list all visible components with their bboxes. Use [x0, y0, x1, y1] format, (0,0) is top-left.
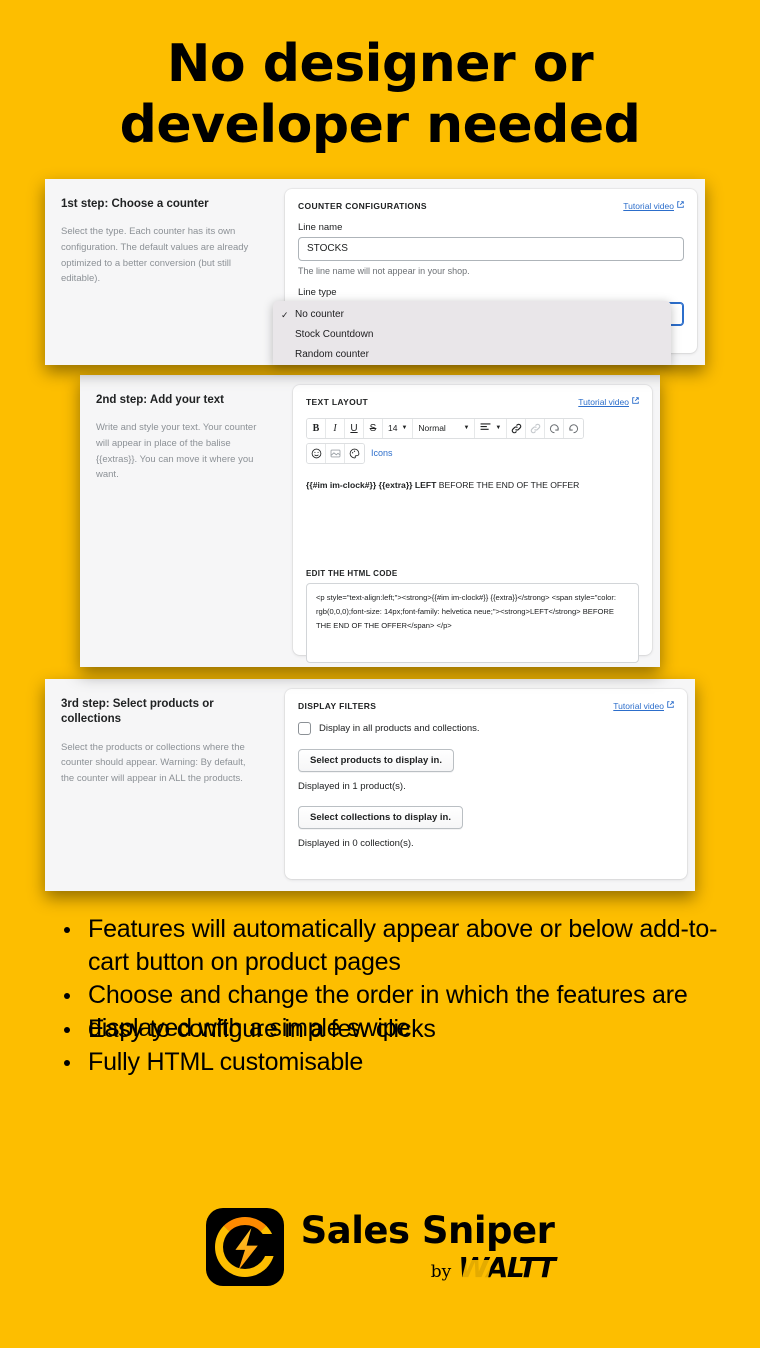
- display-filters-card: DISPLAY FILTERS Tutorial video Display i…: [285, 688, 687, 879]
- step3-tutorial-video-link[interactable]: Tutorial video: [613, 701, 674, 711]
- align-select[interactable]: ▼: [475, 418, 508, 438]
- display-all-label: Display in all products and collections.: [319, 722, 480, 734]
- page-title-line-1: No designer or: [166, 34, 594, 94]
- step1-card-header: COUNTER CONFIGURATIONS Tutorial video: [298, 201, 684, 211]
- line-type-label: Line type: [298, 286, 337, 298]
- list-item: Features will automatically appear above…: [62, 913, 724, 980]
- underline-button[interactable]: U: [345, 418, 364, 438]
- emoji-icon-button[interactable]: [307, 443, 326, 463]
- editor-preview-prefix: {{#im im-clock#}} {{extra}}: [306, 479, 415, 490]
- page-title: No designer or developer needed: [0, 0, 760, 157]
- line-name-label: Line name: [298, 221, 343, 233]
- step3-sidebar: 3rd step: Select products or collections…: [45, 678, 277, 891]
- step2-card-header: TEXT LAYOUT Tutorial video: [306, 397, 639, 407]
- font-size-value: 14: [388, 423, 398, 434]
- editor-toolbar-row-1: B I U S 14 ▼ Normal ▼ ▼: [306, 417, 639, 439]
- redo-button[interactable]: [564, 418, 584, 438]
- step3-description: Select the products or collections where…: [61, 741, 246, 785]
- step2-tutorial-video-link[interactable]: Tutorial video: [578, 397, 639, 407]
- step1-tutorial-video-label: Tutorial video: [623, 200, 674, 211]
- html-code-textarea[interactable]: <p style="text-align:left;"><strong>{{#i…: [306, 582, 639, 663]
- insert-link-button[interactable]: [507, 418, 527, 438]
- logo-ring-gap-shape: [250, 1234, 284, 1256]
- collections-displayed-status: Displayed in 0 collection(s).: [298, 837, 414, 849]
- html-code-label: EDIT THE HTML CODE: [306, 568, 398, 578]
- align-left-icon: [480, 423, 491, 434]
- display-all-checkbox[interactable]: [298, 721, 311, 735]
- dropdown-option-2-label: Random counter: [295, 348, 369, 360]
- select-products-button[interactable]: Select products to display in.: [298, 748, 454, 772]
- dropdown-option-0-label: No counter: [295, 308, 344, 320]
- step3-panel: 3rd step: Select products or collections…: [45, 678, 695, 891]
- line-type-dropdown-menu[interactable]: ✓ No counter Stock Countdown Random coun…: [273, 300, 671, 365]
- chevron-down-icon: ▼: [463, 425, 470, 432]
- screenshot-stack: 1st step: Choose a counter Select the ty…: [0, 178, 760, 899]
- feature-bullet-list: Features will automatically appear above…: [0, 913, 760, 1080]
- logo-company-name: WALTT: [458, 1251, 556, 1284]
- display-filters-heading: DISPLAY FILTERS: [298, 700, 377, 711]
- page-title-line-2: developer needed: [119, 95, 641, 156]
- step1-sidebar: 1st step: Choose a counter Select the ty…: [45, 178, 277, 365]
- step3-tutorial-video-label: Tutorial video: [613, 700, 664, 711]
- step2-title: 2nd step: Add your text: [96, 393, 224, 406]
- counter-configurations-heading: COUNTER CONFIGURATIONS: [298, 200, 427, 211]
- logo-wordmark: Sales Sniper by WALTT: [300, 1209, 556, 1284]
- display-all-row[interactable]: Display in all products and collections.: [298, 721, 674, 735]
- step1-description: Select the type. Each counter has its ow…: [61, 226, 249, 285]
- logo-byline: by WALTT: [301, 1251, 556, 1284]
- products-displayed-status: Displayed in 1 product(s).: [298, 780, 406, 792]
- strikethrough-button[interactable]: S: [364, 418, 383, 438]
- paragraph-style-select[interactable]: Normal ▼: [413, 418, 476, 438]
- external-link-icon: [632, 397, 639, 406]
- insert-image-button[interactable]: [326, 443, 345, 463]
- step1-tutorial-video-link[interactable]: Tutorial video: [623, 201, 684, 211]
- bold-button[interactable]: B: [307, 418, 326, 438]
- dropdown-option-0[interactable]: ✓ No counter: [273, 305, 671, 325]
- line-name-help-text: The line name will not appear in your sh…: [298, 265, 470, 276]
- dropdown-option-1-label: Stock Countdown: [295, 328, 374, 340]
- text-layout-heading: TEXT LAYOUT: [306, 396, 369, 407]
- remove-link-button[interactable]: [526, 418, 546, 438]
- logo-product-name: Sales Sniper: [300, 1209, 555, 1252]
- logo-by-word: by: [430, 1262, 452, 1282]
- italic-button[interactable]: I: [326, 418, 345, 438]
- editor-preview-suffix: BEFORE THE END OF THE OFFER: [436, 479, 580, 490]
- paragraph-style-value: Normal: [418, 423, 446, 434]
- step2-description: Write and style your text. Your counter …: [96, 422, 257, 481]
- step3-content: DISPLAY FILTERS Tutorial video Display i…: [277, 678, 695, 891]
- chevron-down-icon: ▼: [495, 425, 502, 432]
- step1-panel: 1st step: Choose a counter Select the ty…: [45, 178, 705, 365]
- undo-button[interactable]: [545, 418, 565, 438]
- step1-title: 1st step: Choose a counter: [61, 197, 209, 210]
- sales-sniper-logo-icon: [205, 1208, 284, 1286]
- editor-toolbar-row-2: Icons: [306, 442, 639, 464]
- dropdown-option-2[interactable]: Random counter: [273, 345, 671, 365]
- step3-card-header: DISPLAY FILTERS Tutorial video: [298, 701, 674, 711]
- html-code-section: EDIT THE HTML CODE <p style="text-align:…: [306, 569, 639, 663]
- check-icon: ✓: [281, 309, 289, 320]
- insert-icons-link[interactable]: Icons: [365, 448, 399, 458]
- select-collections-button[interactable]: Select collections to display in.: [298, 805, 463, 829]
- dropdown-option-1[interactable]: Stock Countdown: [273, 325, 671, 345]
- font-size-select[interactable]: 14 ▼: [383, 418, 414, 438]
- line-name-input[interactable]: STOCKS: [298, 236, 684, 261]
- step1-content: COUNTER CONFIGURATIONS Tutorial video Li…: [273, 178, 705, 365]
- external-link-icon: [667, 701, 674, 710]
- text-color-button[interactable]: [345, 443, 364, 463]
- external-link-icon: [677, 201, 684, 210]
- step2-sidebar: 2nd step: Add your text Write and style …: [80, 374, 285, 667]
- text-layout-card: TEXT LAYOUT Tutorial video B I U S 14 ▼ …: [293, 384, 652, 663]
- brand-logo: Sales Sniper by WALTT: [0, 1208, 760, 1286]
- editor-toolbar-group-insert: [306, 442, 365, 464]
- editor-preview-bold: LEFT: [414, 479, 437, 490]
- editor-preview-text[interactable]: {{#im im-clock#}} {{extra}} LEFT BEFORE …: [306, 479, 639, 491]
- list-item: Fully HTML customisable: [62, 1046, 724, 1079]
- step3-title: 3rd step: Select products or collections: [61, 697, 214, 726]
- step2-content: TEXT LAYOUT Tutorial video B I U S 14 ▼ …: [285, 374, 660, 667]
- step2-panel: 2nd step: Add your text Write and style …: [80, 374, 660, 667]
- chevron-down-icon: ▼: [401, 425, 408, 432]
- step2-tutorial-video-label: Tutorial video: [578, 396, 629, 407]
- list-item: Easy to configure in a few clicks: [62, 1013, 724, 1046]
- editor-toolbar-group-format: B I U S 14 ▼ Normal ▼ ▼: [306, 417, 585, 439]
